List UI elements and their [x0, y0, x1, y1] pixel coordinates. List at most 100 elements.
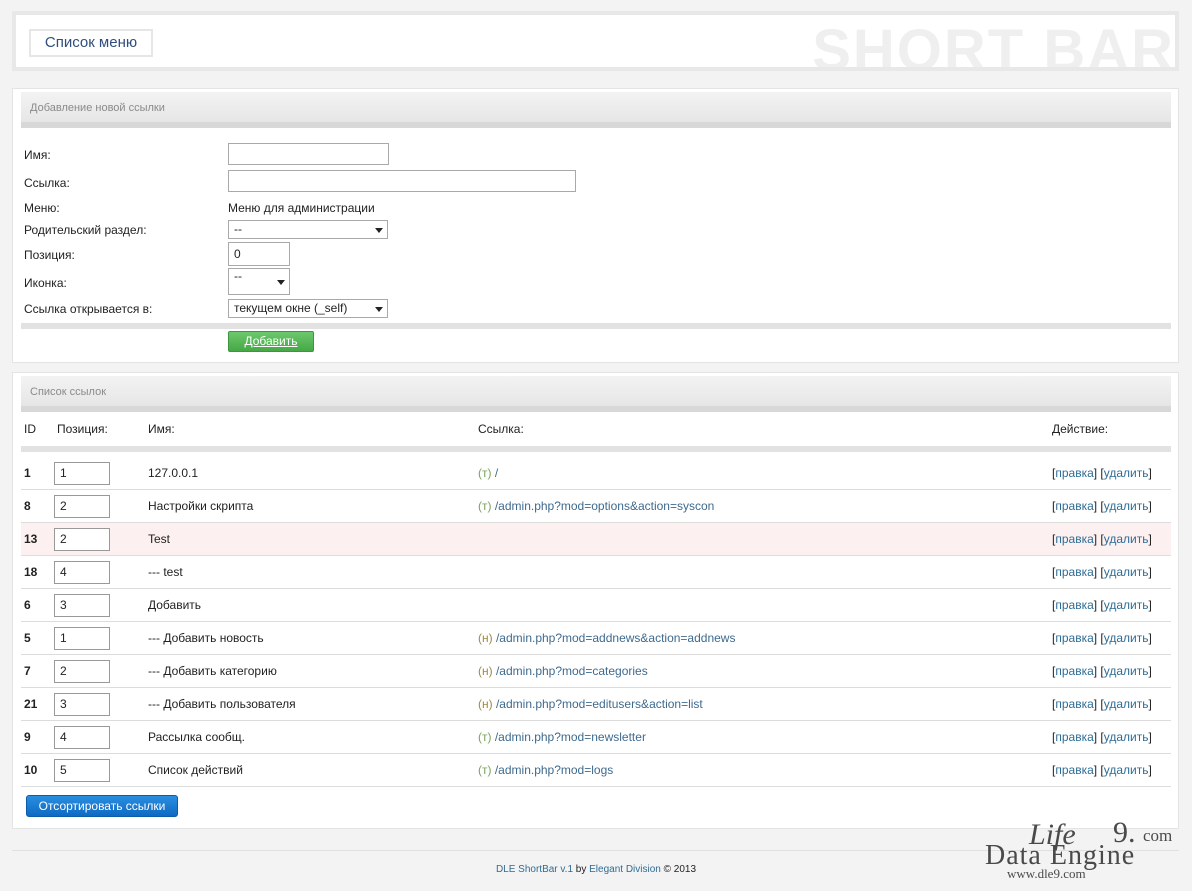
edit-link[interactable]: правка [1055, 697, 1093, 711]
delete-link[interactable]: удалить [1104, 466, 1149, 480]
row-link: (т) /admin.php?mod=newsletter [478, 730, 646, 744]
row-id: 8 [24, 499, 31, 513]
row-id: 1 [24, 466, 31, 480]
delete-link[interactable]: удалить [1104, 532, 1149, 546]
logo-url: www.dle9.com [1007, 866, 1086, 881]
delete-link[interactable]: удалить [1104, 664, 1149, 678]
row-name: --- Добавить категорию [148, 664, 277, 678]
menu-label: Меню: [24, 201, 60, 215]
row-link-target-tag: (т) [478, 763, 492, 777]
row-position-input[interactable]: 3 [54, 594, 110, 617]
add-link-button[interactable]: Добавить [228, 331, 314, 352]
table-row: 8 2 Настройки скрипта (т) /admin.php?mod=op… [21, 490, 1171, 523]
row-link: (н) /admin.php?mod=editusers&action=list [478, 697, 703, 711]
icon-select-value: -- [234, 269, 242, 283]
row-name: --- Добавить пользователя [148, 697, 296, 711]
row-position-input[interactable]: 3 [54, 693, 110, 716]
edit-link[interactable]: правка [1055, 631, 1093, 645]
menu-value: Меню для администрации [228, 201, 375, 215]
table-header-divider [21, 446, 1171, 452]
edit-link[interactable]: правка [1055, 466, 1093, 480]
delete-link[interactable]: удалить [1104, 631, 1149, 645]
target-label: Ссылка открывается в: [24, 302, 153, 316]
row-position-input[interactable]: 2 [54, 528, 110, 551]
table-row: 9 4 Рассылка сообщ. (т) /admin.php?mod=news… [21, 721, 1171, 754]
col-header-action: Действие: [1052, 422, 1109, 436]
row-name: Настройки скрипта [148, 499, 254, 513]
row-name: 127.0.0.1 [148, 466, 199, 480]
row-id: 6 [24, 598, 31, 612]
add-link-panel: Добавление новой ссылки Имя: Ссылка: Мен… [12, 88, 1179, 363]
col-header-name: Имя: [148, 422, 175, 436]
dle9-logo: Life 9. com Data Engine www.dle9.com [985, 816, 1185, 887]
row-link-url[interactable]: /admin.php?mod=options&action=syscon [495, 499, 714, 513]
links-list-panel: Список ссылок ID Позиция: Имя: Ссылка: Д… [12, 372, 1179, 829]
row-link-url[interactable]: /admin.php?mod=editusers&action=list [496, 697, 703, 711]
edit-link[interactable]: правка [1055, 763, 1093, 777]
row-link-target-tag: (н) [478, 697, 493, 711]
row-position-input[interactable]: 1 [54, 627, 110, 650]
delete-link[interactable]: удалить [1104, 499, 1149, 513]
icon-select[interactable]: -- [228, 268, 290, 295]
edit-link[interactable]: правка [1055, 565, 1093, 579]
row-link-url[interactable]: /admin.php?mod=categories [496, 664, 648, 678]
target-select[interactable]: текущем окне (_self) [228, 299, 388, 318]
row-actions: [правка] [удалить] [1052, 730, 1152, 744]
row-position-input[interactable]: 1 [54, 462, 110, 485]
icon-label: Иконка: [24, 276, 67, 290]
row-position-input[interactable]: 4 [54, 561, 110, 584]
row-position-input[interactable]: 4 [54, 726, 110, 749]
chevron-down-icon [375, 307, 383, 312]
footer-copyright: © 2013 [663, 864, 697, 875]
delete-link[interactable]: удалить [1104, 565, 1149, 579]
row-link-target-tag: (н) [478, 664, 493, 678]
sort-links-button[interactable]: Отсортировать ссылки [26, 795, 178, 817]
footer-by: by [575, 864, 587, 875]
row-link-url[interactable]: /admin.php?mod=addnews&action=addnews [496, 631, 736, 645]
row-link: (т) / [478, 466, 498, 480]
target-select-value: текущем окне (_self) [234, 301, 348, 315]
row-link-url[interactable]: / [495, 466, 498, 480]
name-label: Имя: [24, 148, 51, 162]
row-position-input[interactable]: 2 [54, 660, 110, 683]
edit-link[interactable]: правка [1055, 664, 1093, 678]
position-input[interactable]: 0 [228, 242, 290, 266]
delete-link[interactable]: удалить [1104, 730, 1149, 744]
menu-list-button[interactable]: Список меню [29, 29, 153, 57]
top-bar: SHORT BAR Список меню [12, 11, 1179, 71]
table-row: 21 3 --- Добавить пользователя (н) /admin.p… [21, 688, 1171, 721]
parent-label: Родительский раздел: [24, 223, 147, 237]
delete-link[interactable]: удалить [1104, 697, 1149, 711]
name-input[interactable] [228, 143, 389, 165]
row-id: 7 [24, 664, 31, 678]
footer-product[interactable]: DLE ShortBar v.1 [496, 864, 573, 875]
row-link-url[interactable]: /admin.php?mod=newsletter [495, 730, 646, 744]
parent-select-value: -- [234, 222, 242, 236]
row-actions: [правка] [удалить] [1052, 697, 1152, 711]
row-link: (н) /admin.php?mod=addnews&action=addnew… [478, 631, 735, 645]
table-row: 7 2 --- Добавить категорию (н) /admin.php?m… [21, 655, 1171, 688]
delete-link[interactable]: удалить [1104, 598, 1149, 612]
table-row: 6 3 Добавить [правка] [удалить] [21, 589, 1171, 622]
delete-link[interactable]: удалить [1104, 763, 1149, 777]
row-position-input[interactable]: 5 [54, 759, 110, 782]
row-link: (н) /admin.php?mod=categories [478, 664, 648, 678]
row-id: 5 [24, 631, 31, 645]
row-actions: [правка] [удалить] [1052, 598, 1152, 612]
row-actions: [правка] [удалить] [1052, 466, 1152, 480]
edit-link[interactable]: правка [1055, 532, 1093, 546]
footer-author[interactable]: Elegant Division [589, 864, 661, 875]
position-label: Позиция: [24, 248, 75, 262]
link-input[interactable] [228, 170, 576, 192]
row-position-input[interactable]: 2 [54, 495, 110, 518]
edit-link[interactable]: правка [1055, 499, 1093, 513]
parent-select[interactable]: -- [228, 220, 388, 239]
col-header-link: Ссылка: [478, 422, 524, 436]
row-link-target-tag: (т) [478, 730, 492, 744]
row-name: Test [148, 532, 171, 546]
col-header-id: ID [24, 422, 36, 436]
edit-link[interactable]: правка [1055, 730, 1093, 744]
row-link-url[interactable]: /admin.php?mod=logs [495, 763, 613, 777]
edit-link[interactable]: правка [1055, 598, 1093, 612]
row-link-target-tag: (н) [478, 631, 493, 645]
